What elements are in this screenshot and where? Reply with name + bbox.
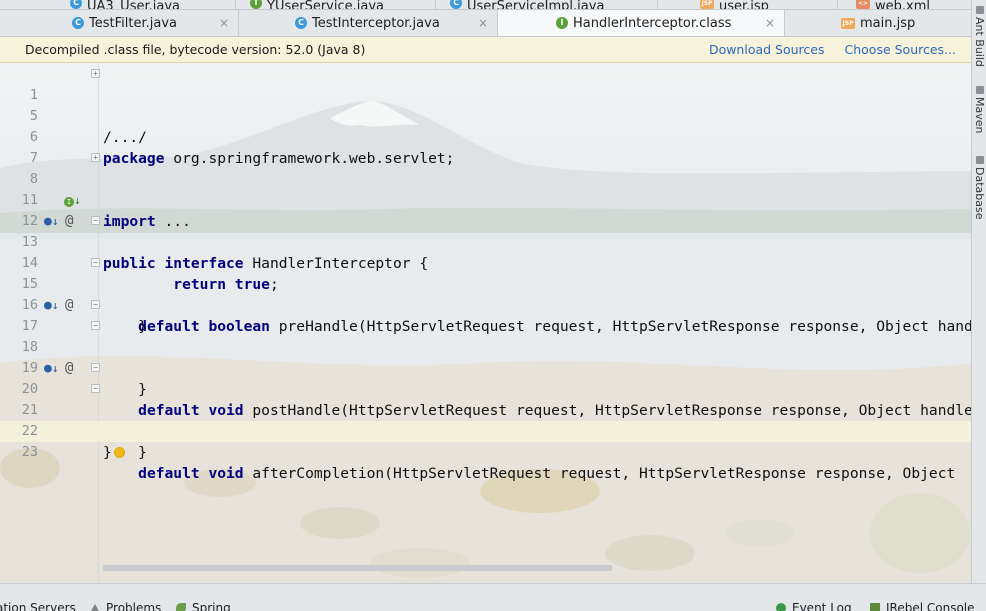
code-line[interactable]: 21 − } <box>0 379 972 400</box>
maven-icon <box>976 86 984 94</box>
tab-yuser-service[interactable]: I YUserService.java <box>236 0 436 9</box>
code-line[interactable]: 17 ●↓ @ − default void postHandle(HttpSe… <box>0 295 972 316</box>
fold-end-icon[interactable]: − <box>91 384 100 393</box>
tab-label: UserServiceImpl.java <box>467 0 604 10</box>
jsp-icon: JSP <box>700 0 714 9</box>
code-text: default void afterCompletion(HttpServlet… <box>103 463 955 484</box>
bottom-tool-bar: ation Servers Problems Spring Event Log … <box>0 583 986 611</box>
download-sources-link[interactable]: Download Sources <box>709 42 825 57</box>
code-line[interactable]: 6 package org.springframework.web.servle… <box>0 106 972 127</box>
overridden-method-icon[interactable]: ●↓ <box>44 295 58 316</box>
xml-icon: <> <box>856 0 870 9</box>
code-rest: afterCompletion(HttpServletRequest reque… <box>244 465 956 482</box>
tab-label: YUserService.java <box>267 0 384 10</box>
indent <box>103 465 138 482</box>
fold-expand-icon[interactable]: + <box>91 153 100 162</box>
class-icon: C <box>70 0 82 9</box>
tool-label: Ant Build <box>973 17 986 67</box>
tool-label: Maven <box>973 97 986 133</box>
fold-collapse-icon[interactable]: − <box>91 363 100 372</box>
interface-icon: I <box>250 0 262 9</box>
tab-ua3-user[interactable]: C UA3_User.java <box>56 0 236 9</box>
line-number: 23 <box>0 442 38 463</box>
tab-test-filter[interactable]: C TestFilter.java × <box>58 10 239 36</box>
code-line[interactable]: 11 <box>0 169 972 190</box>
editor-tabs-row-2: C TestFilter.java × C TestInterceptor.ja… <box>0 10 972 37</box>
code-line[interactable]: 1 + /.../ <box>0 64 972 85</box>
database-icon <box>976 156 984 164</box>
annotation-icon: @ <box>65 358 73 379</box>
code-line[interactable]: 15 − } <box>0 253 972 274</box>
interface-icon: I <box>556 17 568 29</box>
choose-sources-link[interactable]: Choose Sources... <box>845 42 957 57</box>
close-icon[interactable]: × <box>765 16 775 30</box>
code-text: } <box>103 442 124 463</box>
tab-label: TestFilter.java <box>89 16 177 31</box>
tab-test-interceptor[interactable]: C TestInterceptor.java × <box>239 10 498 36</box>
code-line[interactable]: 5 <box>0 85 972 106</box>
tab-label: UA3_User.java <box>87 0 180 10</box>
tab-label: TestInterceptor.java <box>312 16 440 31</box>
annotation-icon: @ <box>65 295 73 316</box>
keyword: default void <box>138 465 243 482</box>
jsp-icon: JSP <box>841 18 855 29</box>
close-icon[interactable]: × <box>219 16 229 30</box>
code-line[interactable]: 12 I↓ public interface HandlerIntercepto… <box>0 190 972 211</box>
fold-collapse-icon[interactable]: − <box>91 216 100 225</box>
code-line[interactable]: 19 <box>0 337 972 358</box>
annotation-icon: @ <box>65 211 73 232</box>
code-line[interactable]: 18 − } <box>0 316 972 337</box>
fold-expand-icon[interactable]: + <box>91 69 100 78</box>
class-icon: C <box>72 17 84 29</box>
fold-end-icon[interactable]: − <box>91 258 100 267</box>
ant-icon <box>976 6 984 14</box>
close-icon[interactable]: × <box>478 16 488 30</box>
fold-collapse-icon[interactable]: − <box>91 300 100 309</box>
code-line[interactable]: 20 ●↓ @ − default void afterCompletion(H… <box>0 358 972 379</box>
editor-tabs-row-1: C UA3_User.java I YUserService.java C Us… <box>0 0 972 10</box>
code-line[interactable]: 8 + import ... <box>0 148 972 169</box>
overridden-method-icon[interactable]: ●↓ <box>44 211 58 232</box>
tab-main-jsp[interactable]: JSP main.jsp <box>785 10 972 36</box>
implemented-icon[interactable]: I↓ <box>64 190 81 211</box>
tab-user-service-impl[interactable]: C UserServiceImpl.java <box>436 0 658 9</box>
code-line[interactable]: 23 <box>0 421 972 442</box>
banner-message: Decompiled .class file, bytecode version… <box>0 42 365 57</box>
tab-handler-interceptor[interactable]: I HandlerInterceptor.class × <box>498 10 785 36</box>
tab-label: HandlerInterceptor.class <box>573 16 731 31</box>
code-line[interactable]: 22 } <box>0 400 972 421</box>
code-editor[interactable]: 1 + /.../ 5 6 package org.springframewor… <box>0 63 972 583</box>
tool-label: Database <box>973 167 986 220</box>
tab-label: main.jsp <box>860 16 915 31</box>
fold-end-icon[interactable]: − <box>91 321 100 330</box>
tab-user-jsp[interactable]: JSP user.jsp <box>658 0 838 9</box>
code-rest: } <box>103 444 112 461</box>
code-line[interactable]: 14 return true; <box>0 232 972 253</box>
code-line[interactable]: 16 <box>0 274 972 295</box>
database-tool[interactable]: Database <box>973 156 986 220</box>
maven-tool[interactable]: Maven <box>973 86 986 133</box>
tab-web-xml[interactable]: <> web.xml <box>838 0 972 9</box>
code-line[interactable]: 7 <box>0 127 972 148</box>
tab-label: user.jsp <box>719 0 769 10</box>
horizontal-scrollbar[interactable] <box>103 565 612 571</box>
right-tool-strip: Ant Build Maven Database <box>971 0 986 600</box>
class-icon: C <box>295 17 307 29</box>
tab-label: web.xml <box>875 0 930 10</box>
overridden-method-icon[interactable]: ●↓ <box>44 358 58 379</box>
lightbulb-icon[interactable] <box>115 448 124 457</box>
code-line[interactable]: 13 ●↓ @ − default boolean preHandle(Http… <box>0 211 972 232</box>
decompiled-banner: Decompiled .class file, bytecode version… <box>0 37 972 63</box>
class-icon: C <box>450 0 462 9</box>
ant-build-tool[interactable]: Ant Build <box>973 6 986 67</box>
